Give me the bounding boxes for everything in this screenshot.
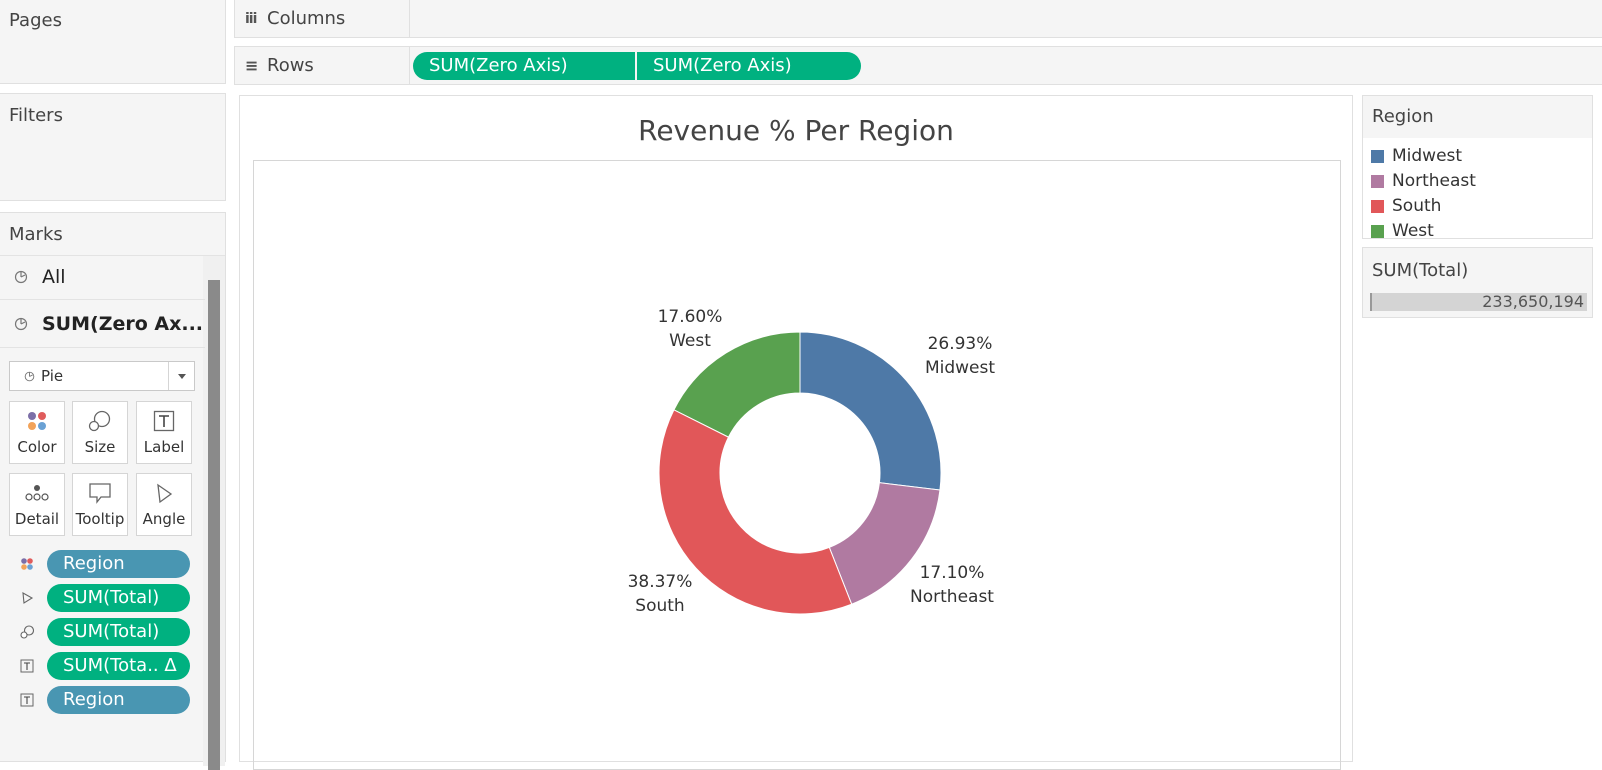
detail-button[interactable]: Detail xyxy=(9,473,65,536)
pages-title: Pages xyxy=(9,10,62,31)
size-legend-bar: 233,650,194 xyxy=(1370,292,1587,311)
marks-scrollbar[interactable] xyxy=(203,256,225,770)
legend-label-northeast: Northeast xyxy=(1392,171,1476,191)
rows-pill-sum-zero-axis[interactable]: SUM(Zero Axis) xyxy=(413,52,635,80)
rows-pill-sum-zero-axis[interactable]: SUM(Zero Axis) xyxy=(637,52,861,80)
size-icon xyxy=(20,625,34,639)
slice-label-northeast: 17.10% Northeast xyxy=(892,561,1012,609)
mark-type-dropdown[interactable]: Pie xyxy=(9,361,195,391)
columns-shelf-label: Columns xyxy=(267,8,346,29)
pie-icon xyxy=(14,270,28,284)
color-dots-icon xyxy=(21,558,33,570)
slice-region-northeast: Northeast xyxy=(910,587,994,607)
mark-type-label: Pie xyxy=(41,367,64,385)
tooltip-icon xyxy=(89,483,111,504)
slice-region-west: West xyxy=(669,331,711,351)
angle-button-label: Angle xyxy=(142,510,186,528)
label-icon xyxy=(153,410,175,432)
legend-item-south[interactable]: South xyxy=(1371,196,1441,216)
legend-swatch-south xyxy=(1371,199,1384,213)
slice-label-midwest: 26.93% Midwest xyxy=(900,332,1020,380)
legend-label-south: South xyxy=(1392,196,1442,216)
marks-title: Marks xyxy=(9,224,63,245)
field-pill-sum-total[interactable]: SUM(Total) xyxy=(47,584,190,612)
legend-item-midwest[interactable]: Midwest xyxy=(1371,146,1462,166)
slice-percent-south: 38.37% xyxy=(627,572,693,592)
size-icon xyxy=(88,410,111,432)
slice-region-midwest: Midwest xyxy=(924,358,996,378)
slice-label-west: 17.60% West xyxy=(630,305,750,353)
filters-card: Filters xyxy=(0,93,226,201)
size-legend: SUM(Total) 233,650,194 xyxy=(1362,247,1593,318)
slice-percent-midwest: 26.93% xyxy=(927,334,993,354)
legend-label-west: West xyxy=(1392,221,1434,241)
marks-card-sum-zero-axis[interactable]: SUM(Zero Ax... xyxy=(0,300,205,348)
legend-swatch-west xyxy=(1371,224,1384,238)
columns-shelf[interactable]: iii Columns xyxy=(234,0,1602,38)
region-legend-title: Region xyxy=(1372,106,1434,127)
columns-icon: iii xyxy=(245,10,257,27)
field-pill-sum-total[interactable]: SUM(Total) xyxy=(47,618,190,646)
detail-button-label: Detail xyxy=(14,510,60,528)
angle-button[interactable]: Angle xyxy=(136,473,192,536)
label-icon xyxy=(20,693,34,707)
tooltip-button[interactable]: Tooltip xyxy=(72,473,128,536)
region-legend: Region Midwest Northeast South West xyxy=(1362,95,1593,241)
marks-card-sum-zero-axis-label: SUM(Zero Ax... xyxy=(42,312,204,335)
mark-type-dropdown-arrow[interactable] xyxy=(168,362,194,390)
pages-card: Pages xyxy=(0,0,226,84)
rows-shelf-label: Rows xyxy=(267,55,314,76)
chart-title: Revenue % Per Region xyxy=(638,114,954,147)
legend-swatch-northeast xyxy=(1371,174,1384,188)
label-button[interactable]: Label xyxy=(136,401,192,464)
pie-icon xyxy=(14,317,28,330)
size-button[interactable]: Size xyxy=(72,401,128,464)
angle-icon xyxy=(157,483,173,504)
color-button[interactable]: Color xyxy=(9,401,65,464)
legend-item-northeast[interactable]: Northeast xyxy=(1371,171,1476,191)
color-dots-icon xyxy=(28,412,46,430)
legend-swatch-midwest xyxy=(1371,149,1384,163)
rows-shelf[interactable]: ≡ Rows SUM(Zero Axis) SUM(Zero Axis) xyxy=(234,46,1602,85)
pie-icon xyxy=(24,371,35,381)
marks-card-all[interactable]: All xyxy=(0,255,205,300)
marks-scrollbar-thumb[interactable] xyxy=(208,280,220,770)
view-panel: Revenue % Per Region xyxy=(239,95,1353,770)
chevron-down-icon xyxy=(177,373,186,379)
detail-dots-icon xyxy=(25,485,49,501)
slice-region-south: South xyxy=(635,596,685,616)
tooltip-button-label: Tooltip xyxy=(75,510,125,528)
field-pill-region[interactable]: Region xyxy=(47,686,190,714)
color-button-label: Color xyxy=(17,438,57,456)
rows-icon: ≡ xyxy=(245,56,258,75)
label-button-label: Label xyxy=(143,438,185,456)
legend-label-midwest: Midwest xyxy=(1392,146,1463,166)
filters-title: Filters xyxy=(9,105,63,126)
label-icon xyxy=(20,659,34,673)
field-pill-region[interactable]: Region xyxy=(47,550,190,578)
size-legend-title: SUM(Total) xyxy=(1372,260,1469,281)
field-pill-sum-total-table-calc[interactable]: SUM(Tota.. Δ xyxy=(47,652,190,680)
slice-percent-northeast: 17.10% xyxy=(919,563,985,583)
size-button-label: Size xyxy=(84,438,116,456)
legend-item-west[interactable]: West xyxy=(1371,221,1434,241)
slice-percent-west: 17.60% xyxy=(657,307,723,327)
size-legend-value: 233,650,194 xyxy=(1482,292,1584,311)
marks-card-all-label: All xyxy=(42,266,66,288)
plot-area xyxy=(253,160,1341,770)
slice-label-south: 38.37% South xyxy=(600,570,720,618)
angle-icon xyxy=(22,592,34,604)
